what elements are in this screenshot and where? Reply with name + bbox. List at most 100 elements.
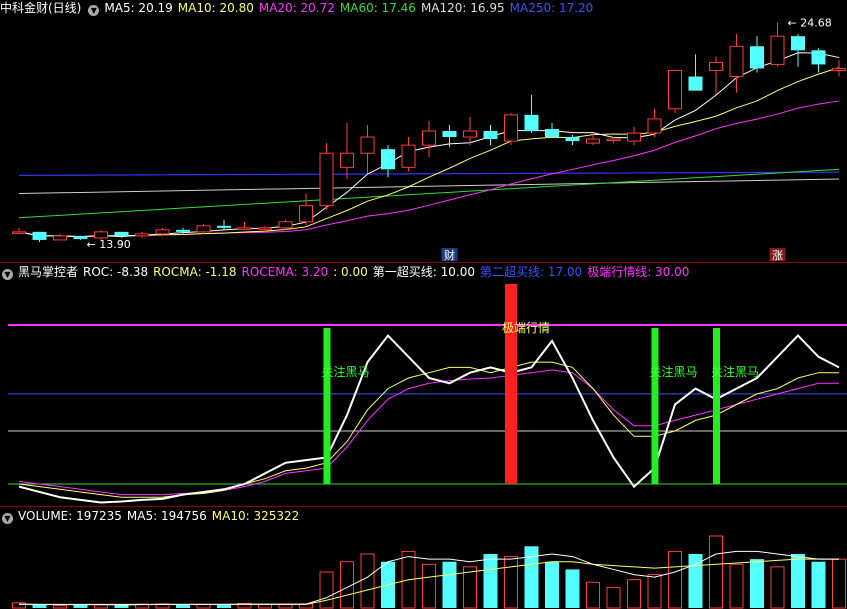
indicator-chart[interactable]: 关注黑马极端行情关注黑马 关注黑马 xyxy=(0,262,847,506)
candle-body-up xyxy=(709,61,723,71)
volume-legend-1: MA5: 194756 xyxy=(126,509,207,523)
candle-body-down xyxy=(483,131,498,140)
chevron-down-icon[interactable]: ▼ xyxy=(2,269,13,280)
volume-bar-down xyxy=(73,604,88,608)
indicator-legend-4: 第一超买线: 10.00 xyxy=(372,265,475,279)
candle-body-up xyxy=(401,144,416,168)
volume-bar-up xyxy=(319,571,334,609)
volume-bar-down xyxy=(811,561,826,608)
candle-body-up xyxy=(258,227,272,230)
candlestick-chart[interactable]: ← 24.68 ← 13.90 财 涨 xyxy=(0,0,847,262)
signal-bar-extreme xyxy=(505,284,517,484)
volume-bar-down xyxy=(750,559,764,608)
candle-body-up xyxy=(832,67,846,71)
candle-body-down xyxy=(114,231,129,236)
volume-bar-up xyxy=(668,550,682,609)
volume-bar-down xyxy=(483,554,498,608)
volume-bar-up xyxy=(504,556,518,609)
signal-bar-heima xyxy=(713,328,720,484)
volume-bar-up xyxy=(832,558,846,609)
volume-panel-header: ▼ VOLUME: 197235 MA5: 194756 MA10: 325322 xyxy=(0,508,309,524)
volume-bar-up xyxy=(94,604,108,609)
volume-bar-up xyxy=(12,602,26,609)
indicator-title: 黑马掌控者 xyxy=(18,265,79,279)
candle-body-up xyxy=(627,132,641,142)
volume-bar-down xyxy=(545,561,559,608)
volume-bar-up xyxy=(53,604,67,609)
candle-body-up xyxy=(463,130,477,138)
signal-label-extreme: 极端行情 xyxy=(502,321,550,335)
indicator-legend-3: : 0.00 xyxy=(333,265,368,279)
candle-body-down xyxy=(442,131,457,138)
volume-bar-up xyxy=(422,563,436,609)
signal-label-heima: 关注黑马 xyxy=(322,364,370,379)
candle-body-up xyxy=(422,130,436,146)
ma-legend-3: MA60: 17.46 xyxy=(339,1,416,15)
candle-body-down xyxy=(217,225,231,228)
volume-bar-up xyxy=(258,603,272,609)
indicator-panel[interactable]: 关注黑马 极端行情 关注黑马 关注黑马 ▼ 黑马掌控者 ROC: -8.38 ROCMA: … xyxy=(0,262,847,506)
candle-body-down xyxy=(688,76,703,91)
price-panel[interactable]: ← 24.68 ← 13.90 财 涨 中科金财(日线) ▼ MA5: 20.19 MA10… xyxy=(0,0,847,262)
candle-body-up xyxy=(770,35,785,65)
candle-body-up xyxy=(196,225,211,233)
volume-bar-up xyxy=(729,563,744,609)
volume-bar-up xyxy=(586,581,600,609)
volume-bar-up xyxy=(606,586,621,609)
candle-body-down xyxy=(750,46,764,69)
indicator-panel-header: ▼ 黑马掌控者 ROC: -8.38 ROCMA: -1.18 ROCEMA: 3.20… xyxy=(0,264,699,280)
volume-panel[interactable]: ▼ VOLUME: 197235 MA5: 194756 MA10: 325322 xyxy=(0,506,847,609)
candle-body-down xyxy=(791,36,805,51)
ma-legend-4: MA120: 16.95 xyxy=(420,1,505,15)
candle-body-up xyxy=(319,152,334,207)
volume-legend-2: MA10: 325322 xyxy=(211,509,300,523)
price-panel-header: 中科金财(日线) ▼ MA5: 20.19 MA10: 20.80 MA20: 20.7… xyxy=(0,0,603,16)
high-price-label: ← 24.68 xyxy=(788,16,832,29)
candle-body-down xyxy=(32,231,47,240)
candle-body-up xyxy=(340,152,354,168)
candle-body-up xyxy=(135,233,149,237)
candle-body-up xyxy=(606,138,621,142)
candle-body-up xyxy=(237,227,252,230)
volume-bar-up xyxy=(647,574,662,609)
chevron-down-icon[interactable]: ▼ xyxy=(2,513,13,524)
volume-bar-up xyxy=(627,579,641,609)
candle-body-up xyxy=(504,114,518,142)
ma60-line xyxy=(18,168,840,219)
ma-legend-5: MA250: 17.20 xyxy=(509,1,594,15)
marker-zhang: 涨 xyxy=(772,249,783,262)
volume-bar-down xyxy=(442,561,457,608)
candle-body-down xyxy=(811,50,826,65)
candle-body-up xyxy=(360,136,375,154)
candle-body-up xyxy=(729,45,744,78)
indicator-legend-5: 第二超买线: 17.00 xyxy=(479,265,583,279)
volume-bar-up xyxy=(360,553,375,609)
volume-bar-up xyxy=(709,535,723,609)
ma250-line xyxy=(18,171,840,176)
candle-body-down xyxy=(565,137,580,142)
volume-bar-down xyxy=(565,569,580,608)
indicator-legend-0: ROC: -8.38 xyxy=(83,265,149,279)
ma-legend-1: MA10: 20.80 xyxy=(177,1,254,15)
signal-label-heima: 关注黑马 xyxy=(650,364,698,379)
marker-cai: 财 xyxy=(444,248,455,262)
volume-legend-0: VOLUME: 197235 xyxy=(18,509,122,523)
candle-body-up xyxy=(647,118,662,134)
candle-body-up xyxy=(278,221,293,229)
indicator-legend-1: ROCMA: -1.18 xyxy=(153,265,237,279)
volume-bar-up xyxy=(770,566,785,609)
volume-bar-down xyxy=(791,554,805,608)
volume-bar-down xyxy=(176,604,190,608)
candle-body-up xyxy=(586,138,600,144)
ma-legend-0: MA5: 20.19 xyxy=(104,1,173,15)
indicator-legend-6: 极端行情线: 30.00 xyxy=(587,265,690,279)
signal-bar-heima xyxy=(651,328,659,484)
candle-body-up xyxy=(12,231,26,234)
signal-label-heima: 关注黑马 xyxy=(711,364,759,379)
stock-title: 中科金财(日线) xyxy=(0,1,82,15)
chevron-down-icon[interactable]: ▼ xyxy=(88,5,100,16)
candle-body-up xyxy=(155,229,170,235)
candle-body-up xyxy=(53,235,67,241)
candle-body-up xyxy=(299,205,313,223)
low-price-label: ← 13.90 xyxy=(87,238,131,251)
